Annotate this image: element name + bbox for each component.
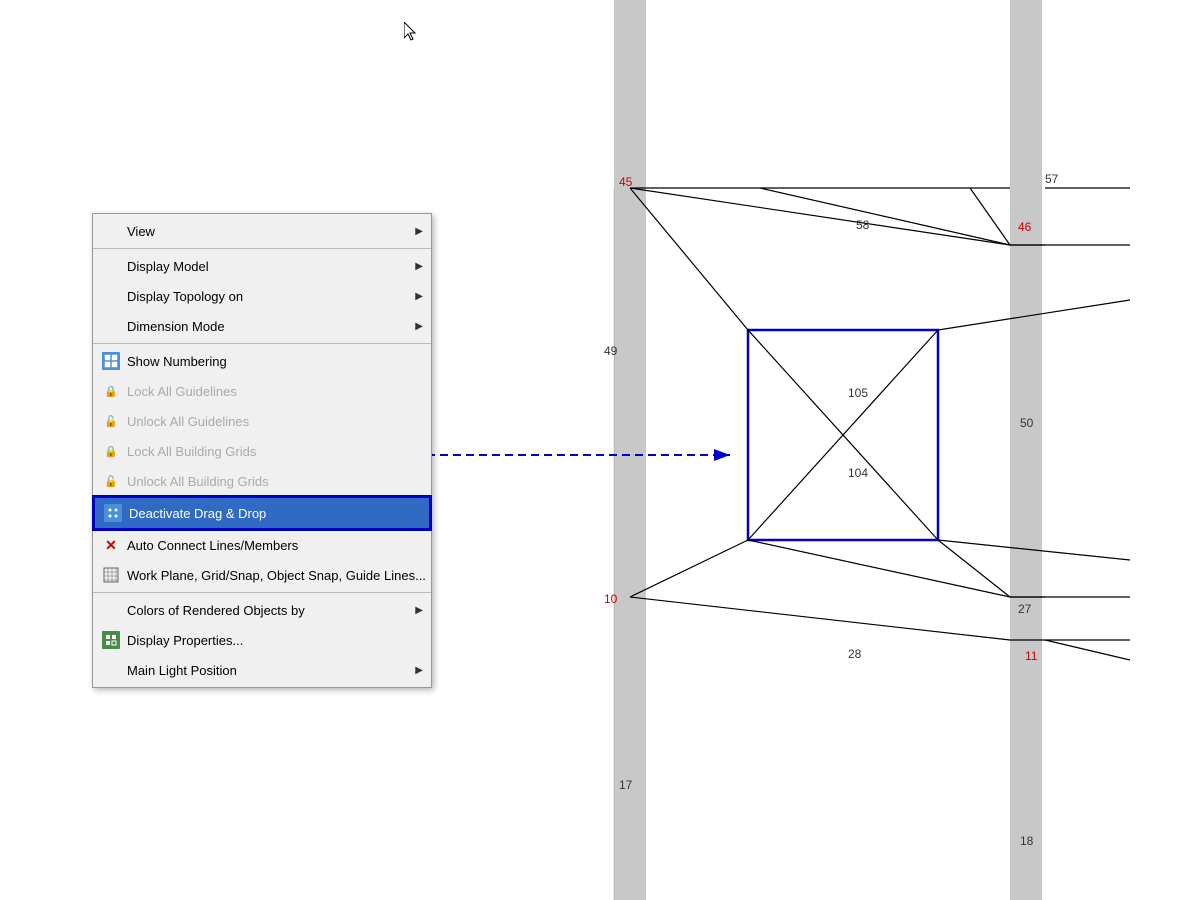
menu-item-dimension-mode-label: Dimension Mode	[127, 319, 421, 334]
separator-1	[93, 248, 431, 249]
auto-connect-icon: ✕	[101, 535, 121, 555]
colors-rendered-arrow: ▶	[415, 605, 423, 616]
deactivate-drag-icon	[103, 503, 123, 523]
label-50: 50	[1020, 416, 1033, 430]
label-27: 27	[1018, 602, 1031, 616]
menu-item-main-light[interactable]: Main Light Position ▶	[93, 655, 431, 685]
view-arrow: ▶	[415, 226, 423, 237]
menu-item-unlock-grids-label: Unlock All Building Grids	[127, 474, 421, 489]
separator-3	[93, 592, 431, 593]
menu-item-view-label: View	[127, 224, 421, 239]
menu-item-colors-rendered[interactable]: Colors of Rendered Objects by ▶	[93, 595, 431, 625]
menu-item-lock-guidelines-label: Lock All Guidelines	[127, 384, 421, 399]
menu-item-display-topology[interactable]: Display Topology on ▶	[93, 281, 431, 311]
menu-item-unlock-guidelines[interactable]: 🔓 Unlock All Guidelines	[93, 406, 431, 436]
menu-item-unlock-guidelines-label: Unlock All Guidelines	[127, 414, 421, 429]
menu-item-display-topology-label: Display Topology on	[127, 289, 421, 304]
display-model-icon	[101, 256, 121, 276]
label-105: 105	[848, 386, 868, 400]
label-18: 18	[1020, 834, 1033, 848]
main-light-icon	[101, 660, 121, 680]
work-plane-icon	[101, 565, 121, 585]
label-58: 58	[856, 218, 869, 232]
menu-item-show-numbering-label: Show Numbering	[127, 354, 421, 369]
label-28: 28	[848, 647, 861, 661]
menu-item-work-plane-label: Work Plane, Grid/Snap, Object Snap, Guid…	[127, 568, 426, 583]
label-45: 45	[619, 175, 632, 189]
display-model-arrow: ▶	[415, 261, 423, 272]
label-46: 46	[1018, 220, 1031, 234]
menu-item-deactivate-drag[interactable]: Deactivate Drag & Drop	[93, 496, 431, 530]
show-numbering-icon	[101, 351, 121, 371]
context-menu: View ▶ Display Model ▶ Display Topology …	[92, 213, 432, 688]
menu-item-main-light-label: Main Light Position	[127, 663, 421, 678]
view-icon	[101, 221, 121, 241]
menu-item-view[interactable]: View ▶	[93, 216, 431, 246]
menu-item-auto-connect-label: Auto Connect Lines/Members	[127, 538, 421, 553]
label-10: 10	[604, 592, 617, 606]
label-49: 49	[604, 344, 617, 358]
menu-item-work-plane[interactable]: Work Plane, Grid/Snap, Object Snap, Guid…	[93, 560, 431, 590]
menu-item-display-properties[interactable]: Display Properties...	[93, 625, 431, 655]
unlock-grids-icon: 🔓	[101, 471, 121, 491]
menu-item-auto-connect[interactable]: ✕ Auto Connect Lines/Members	[93, 530, 431, 560]
dashed-arrow	[375, 440, 755, 470]
unlock-guidelines-icon: 🔓	[101, 411, 121, 431]
label-57: 57	[1045, 172, 1058, 186]
menu-item-display-model-label: Display Model	[127, 259, 421, 274]
dimension-mode-arrow: ▶	[415, 321, 423, 332]
menu-item-unlock-grids[interactable]: 🔓 Unlock All Building Grids	[93, 466, 431, 496]
menu-item-deactivate-drag-label: Deactivate Drag & Drop	[129, 506, 419, 521]
menu-item-lock-grids[interactable]: 🔒 Lock All Building Grids	[93, 436, 431, 466]
display-topology-icon	[101, 286, 121, 306]
menu-item-show-numbering[interactable]: Show Numbering	[93, 346, 431, 376]
label-11: 11	[1025, 649, 1037, 663]
menu-item-display-properties-label: Display Properties...	[127, 633, 421, 648]
menu-item-display-model[interactable]: Display Model ▶	[93, 251, 431, 281]
lock-grids-icon: 🔒	[101, 441, 121, 461]
menu-item-lock-guidelines[interactable]: 🔒 Lock All Guidelines	[93, 376, 431, 406]
label-104: 104	[848, 466, 868, 480]
menu-item-dimension-mode[interactable]: Dimension Mode ▶	[93, 311, 431, 341]
menu-item-colors-rendered-label: Colors of Rendered Objects by	[127, 603, 421, 618]
menu-item-lock-grids-label: Lock All Building Grids	[127, 444, 421, 459]
display-properties-icon	[101, 630, 121, 650]
colors-rendered-icon	[101, 600, 121, 620]
separator-2	[93, 343, 431, 344]
dimension-mode-icon	[101, 316, 121, 336]
display-topology-arrow: ▶	[415, 291, 423, 302]
lock-guidelines-icon: 🔒	[101, 381, 121, 401]
label-17: 17	[619, 778, 632, 792]
main-light-arrow: ▶	[415, 665, 423, 676]
